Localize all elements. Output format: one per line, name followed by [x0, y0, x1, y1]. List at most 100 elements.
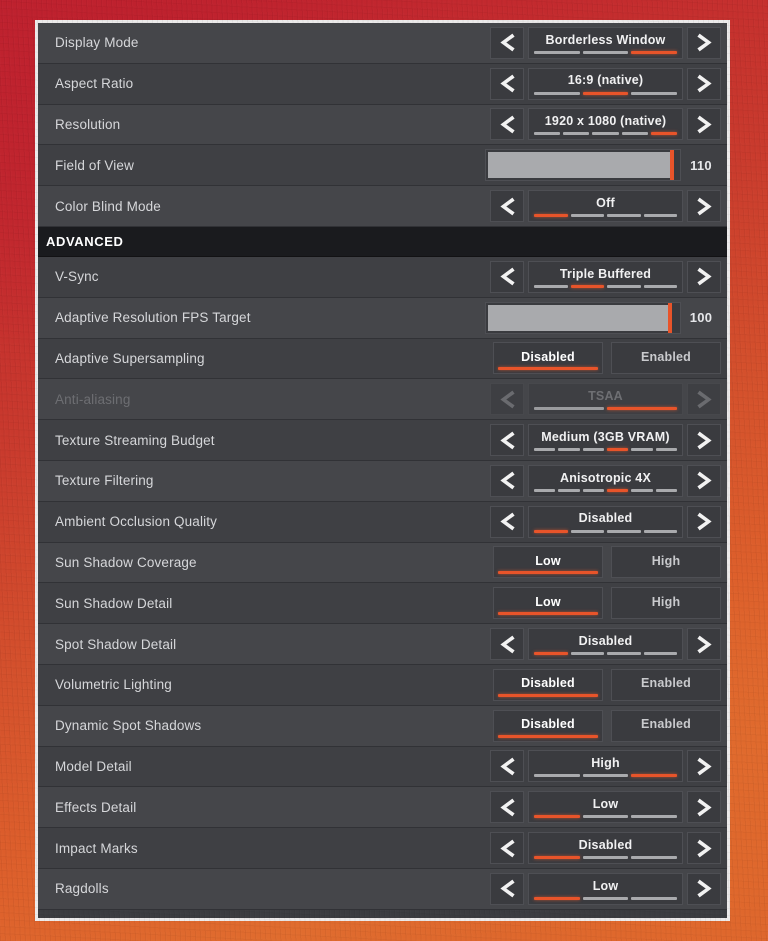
next-arrow-button[interactable]: [687, 505, 721, 538]
setting-label-adaptive-resolution-fps-target: Adaptive Resolution FPS Target: [55, 310, 251, 326]
value-display[interactable]: 16:9 (native): [528, 67, 683, 100]
next-arrow-button[interactable]: [687, 832, 721, 865]
toggle-option-disabled[interactable]: Disabled: [493, 668, 603, 701]
setting-control-volumetric-lighting: Disabled Enabled: [493, 668, 721, 701]
value-display[interactable]: Low: [528, 872, 683, 905]
setting-row-impact-marks[interactable]: Impact Marks Disabled: [38, 828, 727, 869]
segment: [643, 652, 677, 656]
setting-label-ragdolls: Ragdolls: [55, 881, 109, 897]
value-display[interactable]: Off: [528, 190, 683, 223]
value-display[interactable]: Disabled: [528, 628, 683, 661]
next-arrow-button[interactable]: [687, 67, 721, 100]
setting-row-sun-shadow-coverage[interactable]: Sun Shadow Coverage Low High: [38, 542, 727, 584]
toggle-option-high[interactable]: High: [611, 587, 721, 620]
toggle-option-disabled[interactable]: Disabled: [493, 342, 603, 375]
setting-value: Low: [592, 878, 619, 893]
setting-row-dynamic-spot-shadows[interactable]: Dynamic Spot Shadows Disabled Enabled: [38, 705, 727, 747]
toggle-option-low[interactable]: Low: [493, 587, 603, 620]
prev-arrow-button[interactable]: [490, 750, 524, 783]
next-arrow-button[interactable]: [687, 260, 721, 293]
prev-arrow-button[interactable]: [490, 505, 524, 538]
value-display[interactable]: Medium (3GB VRAM): [528, 424, 683, 457]
chevron-right-icon: [696, 197, 712, 216]
segment-indicator: [534, 774, 678, 778]
setting-row-ambient-occlusion-quality[interactable]: Ambient Occlusion Quality Disabled: [38, 501, 727, 543]
segment: [570, 652, 604, 656]
prev-arrow-button[interactable]: [490, 791, 524, 824]
toggle-option-low[interactable]: Low: [493, 546, 603, 579]
next-arrow-button[interactable]: [687, 108, 721, 141]
segment: [534, 774, 580, 778]
prev-arrow-button[interactable]: [490, 464, 524, 497]
segment: [631, 448, 653, 452]
setting-row-volumetric-lighting[interactable]: Volumetric Lighting Disabled Enabled: [38, 664, 727, 706]
slider-handle[interactable]: [668, 302, 673, 333]
segment: [631, 774, 678, 778]
segment-indicator: [534, 896, 678, 900]
prev-arrow-button[interactable]: [490, 190, 524, 223]
setting-row-v-sync[interactable]: V-Sync Triple Buffered: [38, 256, 727, 298]
setting-row-aspect-ratio[interactable]: Aspect Ratio 16:9 (native): [38, 63, 727, 105]
toggle-option-disabled[interactable]: Disabled: [493, 709, 603, 742]
chevron-right-icon: [696, 879, 712, 898]
prev-arrow-button[interactable]: [490, 108, 524, 141]
next-arrow-button[interactable]: [687, 628, 721, 661]
next-arrow-button[interactable]: [687, 26, 721, 59]
setting-control-texture-filtering: Anisotropic 4X: [490, 464, 721, 497]
toggle-option-enabled[interactable]: Enabled: [611, 668, 721, 701]
toggle-option-high[interactable]: High: [611, 546, 721, 579]
toggle-option-enabled[interactable]: Enabled: [611, 342, 721, 375]
next-arrow-button[interactable]: [687, 424, 721, 457]
prev-arrow-button[interactable]: [490, 424, 524, 457]
setting-value: Anisotropic 4X: [559, 470, 651, 485]
setting-row-effects-detail[interactable]: Effects Detail Low: [38, 787, 727, 829]
setting-row-adaptive-resolution-fps-target[interactable]: Adaptive Resolution FPS Target 100: [38, 297, 727, 339]
setting-row-model-detail[interactable]: Model Detail High: [38, 746, 727, 788]
chevron-right-icon: [696, 390, 712, 409]
setting-row-ragdolls[interactable]: Ragdolls Low: [38, 868, 727, 910]
slider-track[interactable]: [485, 149, 681, 182]
setting-row-resolution[interactable]: Resolution 1920 x 1080 (native): [38, 104, 727, 146]
setting-row-adaptive-supersampling[interactable]: Adaptive Supersampling Disabled Enabled: [38, 338, 727, 380]
setting-row-sun-shadow-detail[interactable]: Sun Shadow Detail Low High: [38, 583, 727, 625]
toggle-option-enabled[interactable]: Enabled: [611, 709, 721, 742]
next-arrow-button[interactable]: [687, 190, 721, 223]
segment-indicator: [534, 529, 677, 533]
segment-indicator: [534, 856, 678, 860]
toggle-label: Low: [535, 594, 561, 609]
prev-arrow-button[interactable]: [490, 26, 524, 59]
value-display[interactable]: High: [528, 750, 683, 783]
prev-arrow-button[interactable]: [490, 628, 524, 661]
setting-control-sun-shadow-detail: Low High: [493, 587, 721, 620]
setting-row-display-mode[interactable]: Display Mode Borderless Window: [38, 23, 727, 64]
value-display[interactable]: Low: [528, 791, 683, 824]
next-arrow-button[interactable]: [687, 464, 721, 497]
value-display[interactable]: Borderless Window: [528, 26, 683, 59]
setting-value: High: [591, 756, 620, 771]
setting-row-color-blind-mode[interactable]: Color Blind Mode Off: [38, 186, 727, 227]
segment: [631, 896, 678, 900]
next-arrow-button[interactable]: [687, 791, 721, 824]
setting-row-spot-shadow-detail[interactable]: Spot Shadow Detail Disabled: [38, 624, 727, 665]
next-arrow-button[interactable]: [687, 750, 721, 783]
prev-arrow-button[interactable]: [490, 872, 524, 905]
segment: [534, 529, 568, 533]
value-display[interactable]: 1920 x 1080 (native): [528, 108, 683, 141]
prev-arrow-button[interactable]: [490, 67, 524, 100]
slider-track[interactable]: [485, 301, 681, 334]
prev-arrow-button[interactable]: [490, 832, 524, 865]
value-display[interactable]: Disabled: [528, 832, 683, 865]
next-arrow-button[interactable]: [687, 872, 721, 905]
toggle-label: Enabled: [640, 716, 692, 731]
segment: [643, 214, 677, 218]
setting-row-texture-filtering[interactable]: Texture Filtering Anisotropic 4X: [38, 460, 727, 502]
setting-value: Medium (3GB VRAM): [541, 429, 670, 444]
setting-row-texture-streaming-budget[interactable]: Texture Streaming Budget Medium (3GB VRAM…: [38, 420, 727, 461]
slider-handle[interactable]: [670, 150, 675, 181]
value-display[interactable]: Triple Buffered: [528, 260, 683, 293]
setting-row-field-of-view[interactable]: Field of View 110: [38, 145, 727, 187]
prev-arrow-button[interactable]: [490, 260, 524, 293]
value-display[interactable]: Disabled: [528, 505, 683, 538]
setting-label-resolution: Resolution: [55, 116, 121, 132]
value-display[interactable]: Anisotropic 4X: [528, 464, 683, 497]
